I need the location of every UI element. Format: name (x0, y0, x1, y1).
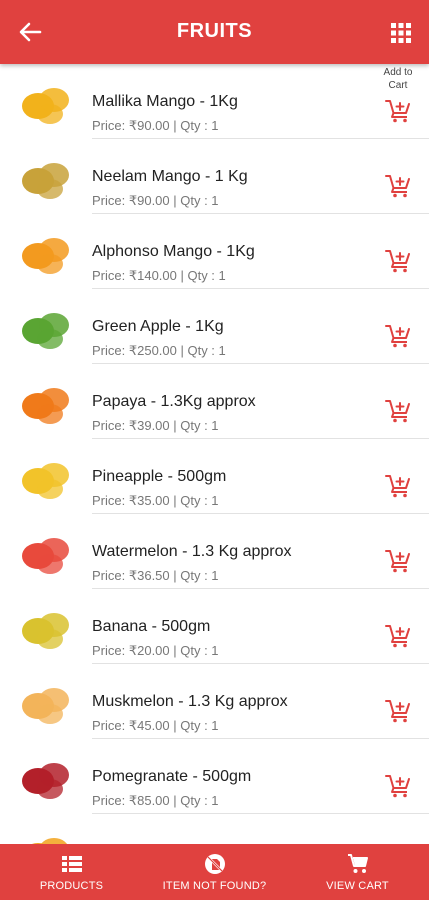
pomegranate-image (16, 751, 74, 805)
product-name: Muskmelon - 1.3 Kg approx (92, 693, 288, 710)
product-price-qty: Price: ₹140.00 | Qty : 1 (92, 268, 226, 283)
product-price-qty: Price: ₹36.50 | Qty : 1 (92, 568, 219, 583)
apple-image (16, 301, 74, 355)
nav-view-cart-label: VIEW CART (326, 880, 389, 892)
muskmelon-image (16, 676, 74, 730)
product-row[interactable]: Green Apple - 1Kg Price: ₹250.00 | Qty : … (0, 289, 429, 364)
product-name: Alphonso Mango - 1Kg (92, 243, 255, 260)
product-row[interactable]: Banana - 500gm Price: ₹20.00 | Qty : 1 (0, 589, 429, 664)
add-to-cart-icon[interactable] (385, 549, 411, 573)
nav-view-cart[interactable]: VIEW CART (286, 844, 429, 900)
mango-crate-image (16, 151, 74, 205)
mango-image (16, 226, 74, 280)
product-row[interactable]: Neelam Mango - 1 Kg Price: ₹90.00 | Qty :… (0, 139, 429, 214)
list-icon (61, 856, 82, 872)
product-row[interactable]: Papaya - 1.3Kg approx Price: ₹39.00 | Qty… (0, 364, 429, 439)
product-price-qty: Price: ₹90.00 | Qty : 1 (92, 118, 219, 133)
product-name: Pineapple - 500gm (92, 468, 227, 485)
app-bar: FRUITS (0, 0, 429, 64)
product-row[interactable]: Muskmelon - 1.3 Kg approx Price: ₹45.00 |… (0, 664, 429, 739)
product-price-qty: Price: ₹85.00 | Qty : 1 (92, 793, 219, 808)
nav-products-label: PRODUCTS (39, 880, 104, 892)
product-row[interactable]: Watermelon - 1.3 Kg approx Price: ₹36.50 … (0, 514, 429, 589)
product-name: Banana - 500gm (92, 618, 211, 635)
cart-icon (347, 854, 368, 873)
add-to-cart-icon[interactable] (385, 399, 411, 423)
product-row[interactable]: Mallika Mango - 1Kg Price: ₹90.00 | Qty :… (0, 64, 429, 139)
watermelon-image (16, 526, 74, 580)
nav-products[interactable]: PRODUCTS (0, 844, 143, 900)
add-to-cart-icon[interactable] (385, 699, 411, 723)
add-to-cart-icon[interactable] (385, 624, 411, 648)
add-to-cart-icon[interactable] (385, 174, 411, 198)
product-name: Mallika Mango - 1Kg (92, 93, 238, 110)
add-to-cart-icon[interactable] (385, 774, 411, 798)
product-price-qty: Price: ₹35.00 | Qty : 1 (92, 493, 219, 508)
add-to-cart-icon[interactable] (385, 474, 411, 498)
product-name: Green Apple - 1Kg (92, 318, 224, 335)
page-title: FRUITS (176, 20, 253, 42)
product-name: Pomegranate - 500gm (92, 768, 252, 785)
product-price-qty: Price: ₹45.00 | Qty : 1 (92, 718, 219, 733)
nav-item-not-found[interactable]: ITEM NOT FOUND? (143, 844, 286, 900)
mango-image (16, 76, 74, 130)
product-price-qty: Price: ₹250.00 | Qty : 1 (92, 343, 226, 358)
pineapple-image (16, 451, 74, 505)
grid-view-icon[interactable] (391, 23, 411, 43)
product-row[interactable]: Alphonso Mango - 1Kg Price: ₹140.00 | Qty… (0, 214, 429, 289)
product-price-qty: Price: ₹39.00 | Qty : 1 (92, 418, 219, 433)
papaya-image (16, 376, 74, 430)
product-price-qty: Price: ₹20.00 | Qty : 1 (92, 643, 219, 658)
add-to-cart-icon[interactable] (385, 99, 411, 123)
bottom-nav: PRODUCTS ITEM NOT FOUND? VIEW CART (0, 844, 429, 900)
product-name: Papaya - 1.3Kg approx (92, 393, 256, 410)
product-row[interactable]: Pomegranate - 500gm Price: ₹85.00 | Qty :… (0, 739, 429, 814)
product-name: Neelam Mango - 1 Kg (92, 168, 248, 185)
product-row[interactable]: Pineapple - 500gm Price: ₹35.00 | Qty : 1 (0, 439, 429, 514)
add-to-cart-icon[interactable] (385, 324, 411, 348)
nav-item-not-found-label: ITEM NOT FOUND? (162, 880, 267, 892)
banana-image (16, 601, 74, 655)
add-to-cart-icon[interactable] (385, 249, 411, 273)
product-list: Mallika Mango - 1Kg Price: ₹90.00 | Qty :… (0, 64, 429, 889)
not-found-icon (204, 854, 225, 874)
product-name: Watermelon - 1.3 Kg approx (92, 543, 292, 560)
product-price-qty: Price: ₹90.00 | Qty : 1 (92, 193, 219, 208)
